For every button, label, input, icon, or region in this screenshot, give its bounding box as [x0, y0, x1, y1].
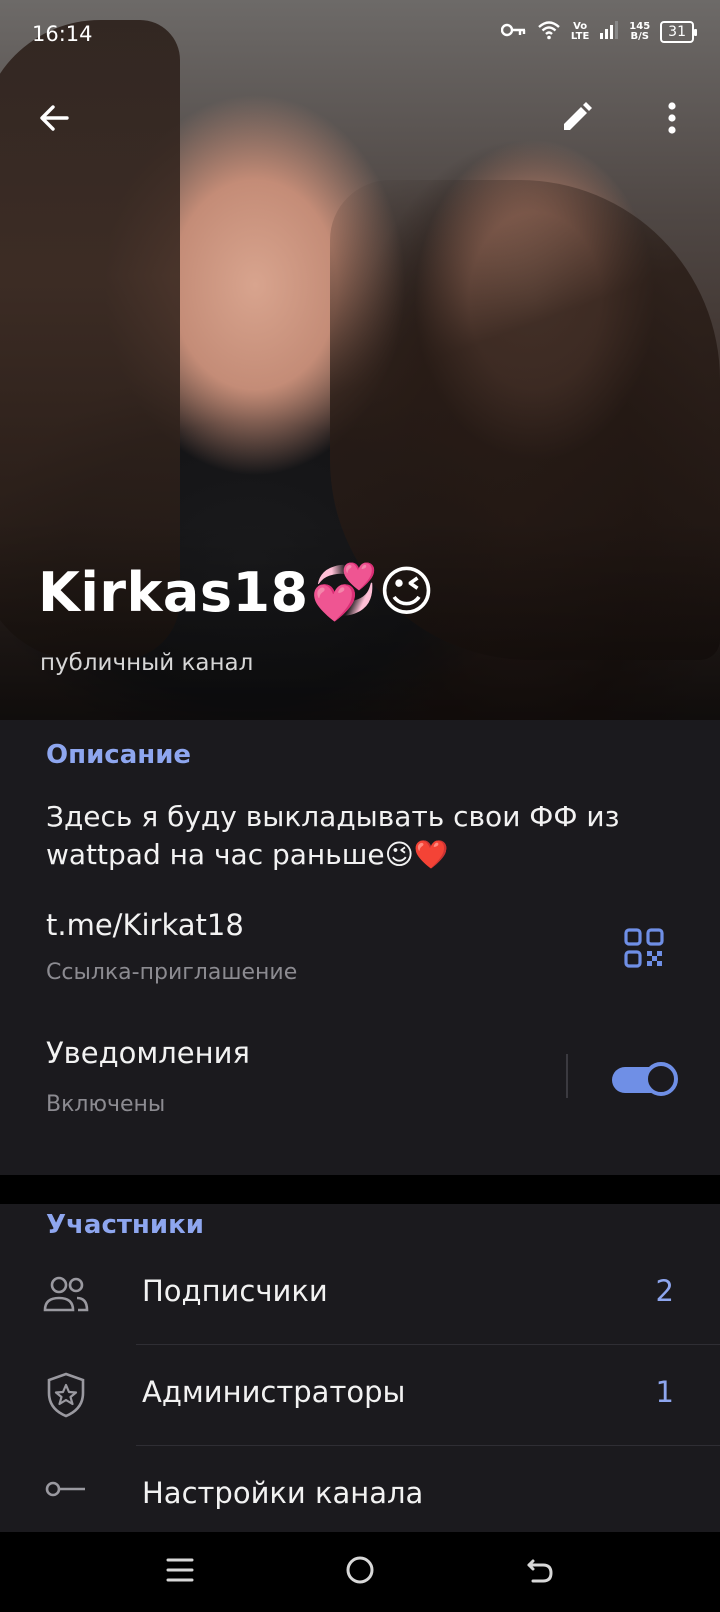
administrators-label: Администраторы	[142, 1375, 406, 1409]
invite-link[interactable]: t.me/Kirkat18	[46, 908, 244, 942]
pencil-icon	[559, 101, 593, 139]
arrow-left-icon	[37, 101, 71, 139]
wifi-icon	[537, 20, 561, 44]
key-status-icon	[500, 23, 527, 41]
back-return-icon	[525, 1555, 555, 1589]
top-action-bar	[0, 92, 720, 162]
vertical-divider	[566, 1054, 568, 1098]
system-navigation-bar	[0, 1532, 720, 1612]
channel-type: публичный канал	[40, 650, 254, 676]
signal-icon	[599, 21, 619, 43]
toggle-knob	[644, 1062, 678, 1096]
channel-settings-label: Настройки канала	[142, 1476, 424, 1510]
subscribers-label: Подписчики	[142, 1274, 328, 1308]
channel-description[interactable]: Здесь я буду выкладывать свои ФФ из watt…	[46, 798, 676, 874]
recent-apps-button[interactable]	[152, 1544, 208, 1600]
channel-settings-row[interactable]: Настройки канала	[0, 1446, 720, 1534]
more-vertical-icon	[667, 101, 677, 139]
channel-name-emojis: 💞😉	[310, 560, 436, 623]
back-button[interactable]	[26, 92, 82, 148]
administrators-row[interactable]: Администраторы 1	[0, 1345, 720, 1445]
home-circle-icon	[345, 1555, 375, 1589]
channel-info-card: Описание Здесь я буду выкладывать свои Ф…	[0, 720, 720, 1175]
description-heading: Описание	[46, 740, 192, 770]
battery-indicator: 31	[660, 21, 697, 43]
network-type-label: Vo LTE	[570, 21, 590, 42]
network-speed-label: 145 B/S	[629, 21, 651, 42]
status-bar: 16:14 Vo LTE 145 B/S 31	[0, 0, 720, 72]
home-button[interactable]	[332, 1544, 388, 1600]
shield-star-icon	[40, 1369, 92, 1421]
subscribers-row[interactable]: Подписчики 2	[0, 1244, 720, 1344]
back-system-button[interactable]	[512, 1544, 568, 1600]
notifications-label[interactable]: Уведомления	[46, 1036, 250, 1070]
administrators-count: 1	[655, 1375, 674, 1409]
members-heading: Участники	[46, 1210, 204, 1240]
more-options-button[interactable]	[644, 92, 700, 148]
invite-link-label: Ссылка-приглашение	[46, 960, 298, 985]
notifications-toggle[interactable]	[610, 1058, 678, 1096]
subscribers-count: 2	[655, 1274, 674, 1308]
channel-name: Kirkas18 💞😉	[38, 560, 435, 624]
channel-name-text: Kirkas18	[38, 560, 309, 624]
notifications-state: Включены	[46, 1092, 166, 1117]
qr-code-button[interactable]	[624, 928, 674, 978]
menu-lines-icon	[165, 1556, 195, 1588]
edit-button[interactable]	[548, 92, 604, 148]
status-icons: Vo LTE 145 B/S 31	[500, 20, 697, 44]
status-time: 16:14	[32, 22, 93, 46]
people-icon	[40, 1268, 92, 1320]
key-icon	[40, 1470, 92, 1522]
members-card: Участники Подписчики 2 Администраторы 1 …	[0, 1204, 720, 1534]
qr-code-icon	[624, 928, 664, 972]
